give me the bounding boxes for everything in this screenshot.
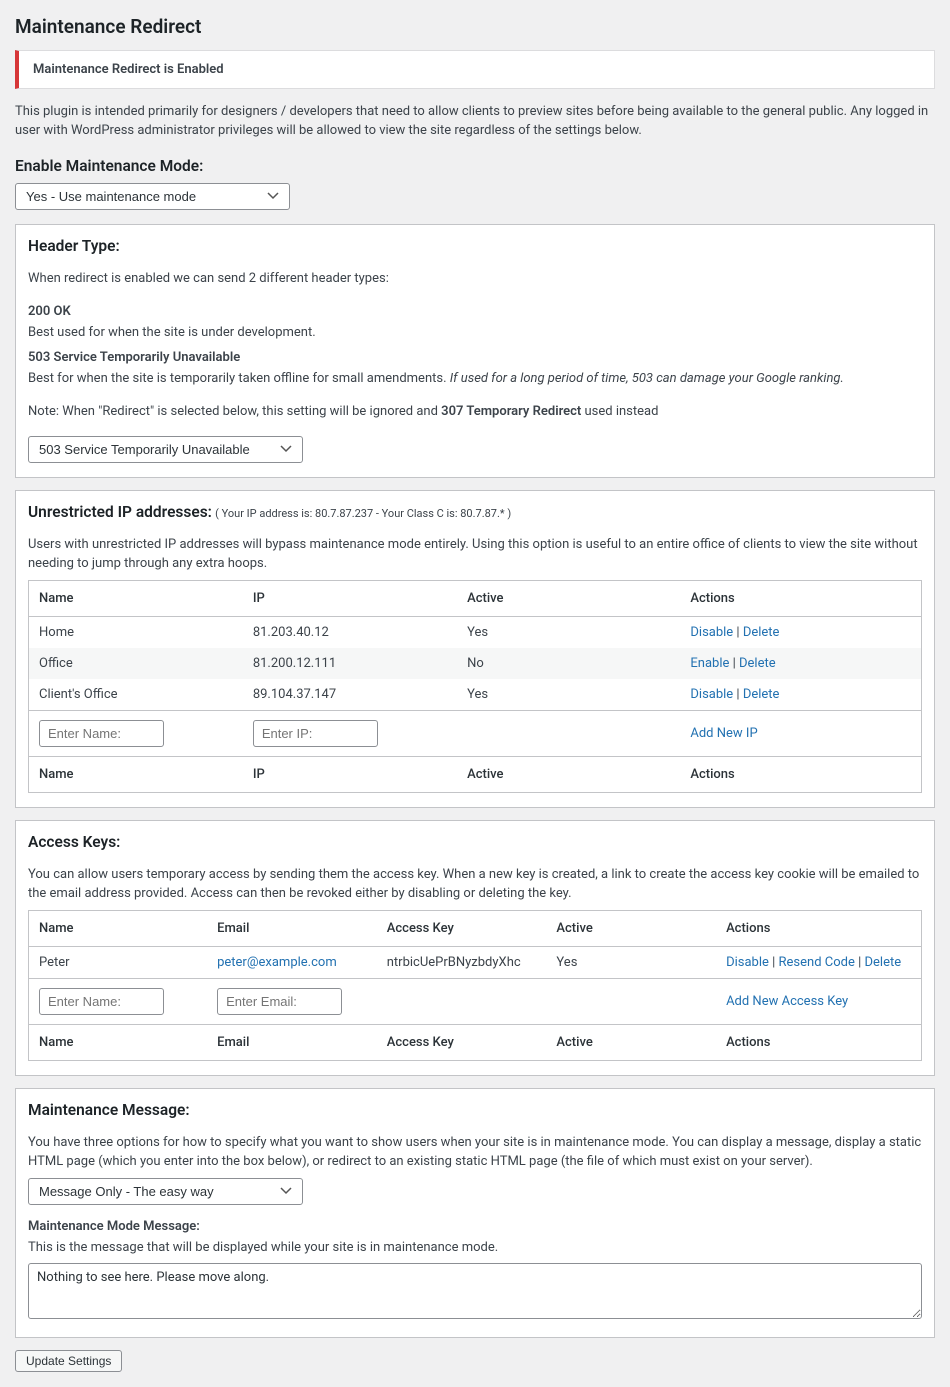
message-desc: You have three options for how to specif… — [28, 1133, 922, 1172]
keys-delete-link[interactable]: Delete — [864, 955, 901, 970]
ip-row-name: Client's Office — [29, 679, 243, 711]
keys-col-key-foot: Access Key — [377, 1024, 547, 1060]
plugin-description: This plugin is intended primarily for de… — [15, 103, 935, 141]
header-200-title: 200 OK — [28, 302, 922, 322]
ip-row-ip: 81.203.40.12 — [243, 616, 457, 648]
enable-mode-select[interactable]: Yes - Use maintenance mode — [15, 183, 290, 210]
ip-info: ( Your IP address is: 80.7.87.237 - Your… — [215, 507, 511, 520]
ip-add-name-input[interactable] — [39, 720, 164, 747]
message-sub-desc: This is the message that will be display… — [28, 1238, 922, 1258]
ip-col-name: Name — [29, 580, 243, 616]
ip-row-ip: 81.200.12.111 — [243, 648, 457, 679]
ip-row: Home 81.203.40.12 Yes Disable | Delete — [29, 616, 922, 648]
keys-col-name: Name — [29, 910, 208, 946]
header-note: Note: When "Redirect" is selected below,… — [28, 402, 922, 422]
ip-row: Office 81.200.12.111 No Enable | Delete — [29, 648, 922, 679]
ip-delete-link[interactable]: Delete — [743, 625, 780, 640]
keys-row-name: Peter — [29, 946, 208, 978]
keys-col-email-foot: Email — [207, 1024, 377, 1060]
add-new-ip-link[interactable]: Add New IP — [690, 726, 757, 741]
ip-toggle-link[interactable]: Disable — [690, 687, 733, 702]
header-503-desc: Best for when the site is temporarily ta… — [28, 369, 922, 389]
keys-row-active: Yes — [546, 946, 716, 978]
ip-col-actions-foot: Actions — [680, 756, 921, 792]
ip-toggle-link[interactable]: Enable — [690, 656, 729, 671]
ip-row-ip: 89.104.37.147 — [243, 679, 457, 711]
ip-col-name-foot: Name — [29, 756, 243, 792]
keys-row-email-link[interactable]: peter@example.com — [217, 955, 337, 970]
keys-toggle-link[interactable]: Disable — [726, 955, 769, 970]
ip-delete-link[interactable]: Delete — [743, 687, 780, 702]
keys-add-email-input[interactable] — [217, 988, 342, 1015]
message-sub-heading: Maintenance Mode Message: — [28, 1219, 922, 1234]
keys-col-active-foot: Active — [546, 1024, 716, 1060]
keys-resend-link[interactable]: Resend Code — [779, 955, 855, 970]
keys-panel: Access Keys: You can allow users tempora… — [15, 820, 935, 1076]
message-heading: Maintenance Message: — [28, 1101, 922, 1119]
ip-col-actions: Actions — [680, 580, 921, 616]
keys-row-key: ntrbicUePrBNyzbdyXhc — [377, 946, 547, 978]
keys-col-actions-foot: Actions — [716, 1024, 921, 1060]
header-type-select[interactable]: 503 Service Temporarily Unavailable — [28, 436, 303, 463]
keys-col-key: Access Key — [377, 910, 547, 946]
keys-heading: Access Keys: — [28, 833, 922, 851]
keys-col-actions: Actions — [716, 910, 921, 946]
header-type-panel: Header Type: When redirect is enabled we… — [15, 224, 935, 478]
header-type-intro: When redirect is enabled we can send 2 d… — [28, 269, 922, 289]
keys-table: Name Email Access Key Active Actions Pet… — [28, 910, 922, 1061]
ip-row: Client's Office 89.104.37.147 Yes Disabl… — [29, 679, 922, 711]
enabled-notice: Maintenance Redirect is Enabled — [15, 50, 935, 89]
ip-row-active: No — [457, 648, 680, 679]
message-mode-select[interactable]: Message Only - The easy way — [28, 1178, 303, 1205]
ip-row-name: Office — [29, 648, 243, 679]
header-503-title: 503 Service Temporarily Unavailable — [28, 348, 922, 368]
page-title: Maintenance Redirect — [15, 15, 935, 38]
keys-desc: You can allow users temporary access by … — [28, 865, 922, 904]
keys-row: Peter peter@example.com ntrbicUePrBNyzbd… — [29, 946, 922, 978]
header-200-desc: Best used for when the site is under dev… — [28, 323, 922, 343]
keys-add-row: Add New Access Key — [29, 978, 922, 1024]
ip-add-ip-input[interactable] — [253, 720, 378, 747]
ip-delete-link[interactable]: Delete — [739, 656, 776, 671]
keys-col-email: Email — [207, 910, 377, 946]
ip-heading: Unrestricted IP addresses: — [28, 503, 212, 521]
enable-mode-heading: Enable Maintenance Mode: — [15, 157, 935, 175]
maintenance-message-textarea[interactable] — [28, 1263, 922, 1319]
keys-add-name-input[interactable] — [39, 988, 164, 1015]
add-new-key-link[interactable]: Add New Access Key — [726, 994, 848, 1009]
ip-row-name: Home — [29, 616, 243, 648]
ip-col-active-foot: Active — [457, 756, 680, 792]
ip-col-active: Active — [457, 580, 680, 616]
ip-col-ip-foot: IP — [243, 756, 457, 792]
ip-row-active: Yes — [457, 679, 680, 711]
keys-col-name-foot: Name — [29, 1024, 208, 1060]
ip-table: Name IP Active Actions Home 81.203.40.12… — [28, 580, 922, 793]
ip-toggle-link[interactable]: Disable — [690, 625, 733, 640]
ip-add-row: Add New IP — [29, 710, 922, 756]
ip-row-active: Yes — [457, 616, 680, 648]
ip-panel: Unrestricted IP addresses: ( Your IP add… — [15, 490, 935, 808]
ip-col-ip: IP — [243, 580, 457, 616]
ip-desc: Users with unrestricted IP addresses wil… — [28, 535, 922, 574]
message-panel: Maintenance Message: You have three opti… — [15, 1088, 935, 1339]
update-settings-button[interactable]: Update Settings — [15, 1350, 122, 1372]
keys-col-active: Active — [546, 910, 716, 946]
header-type-heading: Header Type: — [28, 237, 922, 255]
